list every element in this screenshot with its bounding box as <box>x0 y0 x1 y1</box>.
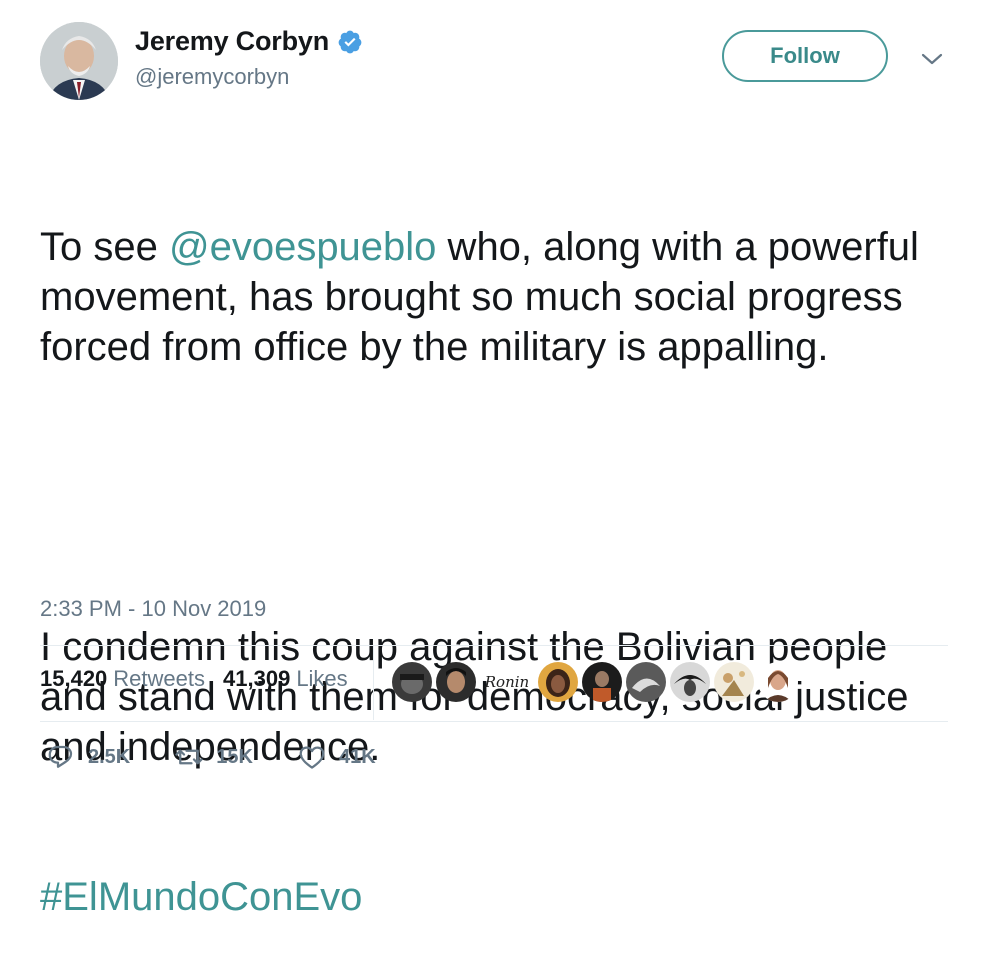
stats-divider <box>373 646 374 720</box>
liker-avatar[interactable] <box>392 662 432 702</box>
liker-avatar-text[interactable]: Ronin <box>480 662 534 702</box>
author-avatar[interactable] <box>40 22 118 100</box>
follow-button[interactable]: Follow <box>722 30 888 82</box>
liker-avatar[interactable] <box>436 662 476 702</box>
tweet-spacer <box>40 472 950 522</box>
liker-avatar[interactable] <box>714 662 754 702</box>
reply-count: 2.5K <box>88 745 131 768</box>
liker-avatars: Ronin <box>392 662 802 702</box>
engagement-stats: 15,420 Retweets 41,309 Likes <box>40 666 348 692</box>
retweet-count: 15K <box>216 745 253 768</box>
like-count: 41K <box>338 745 376 768</box>
verified-badge-icon <box>338 30 362 53</box>
liker-avatar[interactable] <box>582 662 622 702</box>
reply-icon <box>48 745 73 768</box>
chevron-down-icon[interactable] <box>920 50 944 68</box>
reply-button[interactable]: 2.5K <box>46 742 130 772</box>
author-handle[interactable]: @jeremycorbyn <box>135 64 289 90</box>
liker-avatar[interactable] <box>538 662 578 702</box>
liker-avatar[interactable] <box>670 662 710 702</box>
heart-icon <box>299 746 325 769</box>
tweet-timestamp[interactable]: 2:33 PM - 10 Nov 2019 <box>40 596 266 622</box>
retweet-button[interactable]: 15K <box>174 742 253 772</box>
divider-bottom <box>40 721 948 722</box>
retweets-count[interactable]: 15,420 <box>40 666 107 692</box>
tweet-text-part: To see <box>40 225 169 269</box>
retweets-label[interactable]: Retweets <box>113 666 205 692</box>
divider-top <box>40 645 948 646</box>
tweet-paragraph-3: #ElMundoConEvo <box>40 872 950 922</box>
hashtag-link[interactable]: #ElMundoConEvo <box>40 875 362 919</box>
author-name[interactable]: Jeremy Corbyn <box>135 26 329 57</box>
retweet-icon <box>175 749 203 765</box>
likes-label[interactable]: Likes <box>296 666 347 692</box>
tweet-text: To see @evoespueblo who, along with a po… <box>40 122 950 972</box>
mention-link[interactable]: @evoespueblo <box>169 225 436 269</box>
likes-count[interactable]: 41,309 <box>223 666 290 692</box>
tweet-paragraph-1: To see @evoespueblo who, along with a po… <box>40 222 950 372</box>
like-button[interactable]: 41K <box>297 742 376 772</box>
liker-avatar[interactable] <box>626 662 666 702</box>
liker-avatar[interactable] <box>758 662 798 702</box>
tweet-actions: 2.5K 15K 41K <box>46 742 420 772</box>
